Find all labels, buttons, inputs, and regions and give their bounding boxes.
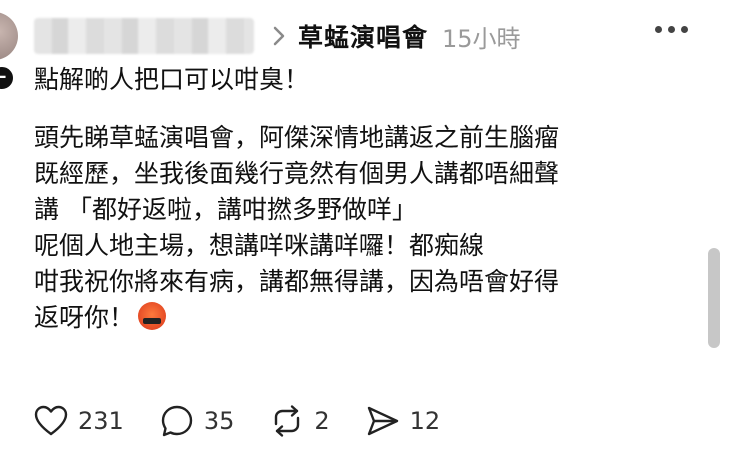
follow-badge-icon[interactable]: – <box>0 64 16 92</box>
more-options-icon[interactable] <box>655 26 688 33</box>
repost-count: 2 <box>314 407 330 435</box>
like-button[interactable]: 231 <box>34 405 124 437</box>
post-body: 點解啲人把口可以咁臭！ 頭先睇草蜢演唱會，阿傑深情地講返之前生腦瘤 既經歷，坐我… <box>34 62 694 336</box>
thread-post: – 草蜢演唱會 15小時 點解啲人把口可以咁臭！ 頭先睇草蜢演唱會，阿傑深情地講… <box>0 0 736 474</box>
post-header: 草蜢演唱會 15小時 <box>34 14 521 58</box>
send-icon <box>367 406 398 436</box>
post-line: 呢個人地主場，想講咩咪講咩囉！都痴線 <box>34 231 485 260</box>
comment-count: 35 <box>203 407 235 435</box>
post-line: 既經歷，坐我後面幾行竟然有個男人講都唔細聲 <box>34 159 560 188</box>
avatar[interactable] <box>0 12 18 60</box>
community-name[interactable]: 草蜢演唱會 <box>298 18 428 54</box>
post-line-last: 返呀你！ <box>34 300 694 336</box>
action-bar: 231 35 2 12 <box>34 404 476 438</box>
like-count: 231 <box>78 407 124 435</box>
username-redacted[interactable] <box>34 18 254 54</box>
heart-icon <box>34 405 68 436</box>
comment-button[interactable]: 35 <box>160 404 235 438</box>
repost-icon <box>275 405 300 437</box>
post-line: 點解啲人把口可以咁臭！ <box>34 65 310 94</box>
comment-bubble-icon <box>161 405 193 437</box>
post-line: 返呀你！ <box>34 303 135 332</box>
post-line: 講 「都好返啦，講咁撚多野做咩」 <box>34 195 417 224</box>
angry-face-emoji-icon <box>138 302 167 330</box>
scrollbar-thumb[interactable] <box>708 248 720 348</box>
share-button[interactable]: 12 <box>366 404 441 438</box>
repost-button[interactable]: 2 <box>270 404 330 438</box>
post-line: 頭先睇草蜢演唱會，阿傑深情地講返之前生腦瘤 <box>34 123 560 152</box>
post-line: 咁我祝你將來有病，講都無得講，因為唔會好得 <box>34 267 560 296</box>
post-timestamp: 15小時 <box>442 24 521 53</box>
share-count: 12 <box>409 407 441 435</box>
chevron-right-icon <box>266 18 292 54</box>
